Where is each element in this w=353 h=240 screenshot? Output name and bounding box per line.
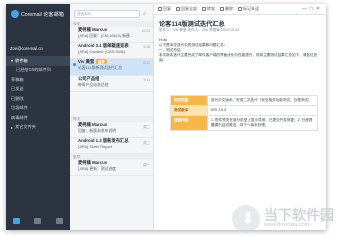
forward-button[interactable]: 转发 (202, 6, 215, 12)
mail-icon[interactable] (13, 218, 21, 224)
mail-subject: 论客114版新测试迭代汇总 (78, 66, 123, 70)
sidebar-item-inbox[interactable]: ▾ 收件箱 (6, 56, 70, 66)
sidebar-item-label: 病毒邮件 (11, 114, 28, 120)
important-tag: 重要 (96, 59, 107, 64)
mark-unread-button[interactable]: 标记未读 (238, 6, 259, 12)
reply-all-label: 回复全部 (181, 6, 197, 11)
table-value: IOS 2.0.5 (207, 105, 318, 116)
reading-pane: 回复 回复全部 转发 删除 标记未读 —□✕ 论客114版测试迭代汇总 发件人：… (154, 4, 326, 230)
mail-paragraph: 本次版本迭代主要完成了邮件客户端的界面优化与性能提升，现将主要测试结果汇总如下，… (159, 53, 318, 62)
reply-all-icon (176, 6, 180, 11)
sidebar-item-label: 已发送 (11, 86, 24, 92)
table-key: 遗留问题 (170, 115, 208, 131)
mark-unread-label: 标记未读 (243, 6, 259, 11)
app-window: Coremail 论客邮箱 Zoe@coremail.cn ▾ 收件箱 已经给Gh… (6, 4, 326, 230)
sidebar-item-label: 草稿箱 (11, 76, 24, 82)
mail-time: 周二 (143, 125, 150, 129)
table-row: 测试版本 IOS 2.0.5 (170, 105, 318, 116)
delete-label: 删除 (225, 6, 233, 11)
sidebar-item-label: 已删除 (11, 95, 24, 101)
mail-subject: [JIRA] 更新：测试进度 (78, 167, 116, 171)
reply-all-button[interactable]: 回复全部 (176, 6, 197, 12)
mail-subject: [JIRA] 回复：(CM-16613) 新建... (78, 34, 133, 38)
mail-subject: 每周产品动态总结 (78, 83, 109, 87)
mail-time: 周二 (143, 141, 150, 145)
table-row: 测试范围 迭代中文版本、完成二次迭代（安全相关功能测试、日程测试） (170, 95, 318, 106)
forward-icon (202, 6, 206, 11)
sidebar-item-sent[interactable]: 已发送 (6, 85, 70, 95)
mail-subject: [JIRA] Sheet Report (78, 145, 112, 149)
list-item[interactable]: 麦柯楠 Marcus [JIRA] 更新：测试进度 周一 (70, 160, 153, 176)
list-item[interactable]: Android 3.1 版邮箱速览表 [JIRA] Created: (CAS-… (70, 43, 153, 59)
mail-time: 10:23 (141, 29, 151, 33)
folder-nav: ▾ 收件箱 已经给Gh的邮件列 草稿箱 已发送 已删除 垃圾邮件 病毒邮件 ▸ 其它… (6, 56, 70, 132)
reply-label: 回复 (163, 6, 171, 11)
watermark-url: www.downxia.com (264, 222, 310, 228)
mail-time: 9:11 (143, 78, 150, 82)
table-value: 迭代中文版本、完成二次迭代（安全相关功能测试、日程测试） (207, 95, 318, 106)
download-arrow-icon: ⬇ (241, 209, 256, 228)
sidebar-item-label: 其它文件夹 (15, 124, 36, 130)
contacts-icon[interactable] (34, 218, 42, 224)
mail-sender: Android 1.3 版新发布汇总 (78, 138, 129, 143)
mail-sender-name: Viv 黄莹 (78, 59, 95, 64)
mail-body: Hi all 以下是本次迭代中的测试结果和问题汇总： 一、测试总结 本次版本迭代… (159, 38, 321, 63)
reply-button[interactable]: 回复 (158, 6, 171, 12)
mail-time: 9:32 (143, 61, 150, 65)
table-key: 测试范围 (170, 95, 208, 106)
search-input[interactable]: 搜索邮件 (74, 10, 140, 18)
unread-dot-icon (73, 63, 76, 66)
table-key: 测试版本 (170, 105, 208, 116)
sidebar: Coremail 论客邮箱 Zoe@coremail.cn ▾ 收件箱 已经给Gh… (6, 4, 70, 230)
forward-label: 转发 (207, 6, 215, 11)
trash-icon (220, 6, 224, 11)
sidebar-item-drafts[interactable]: 草稿箱 (6, 75, 70, 85)
chevron-down-icon: ▾ (11, 58, 14, 64)
reply-icon (158, 6, 162, 11)
table-row: 遗留问题 1. 附件预览在部分机型上显示异常，已提交开发修复；2. 日程提醒偶尔… (170, 115, 318, 131)
account-email[interactable]: Zoe@coremail.cn (10, 46, 43, 51)
list-item[interactable]: 麦柯楠 Marcus [JIRA] 回复：(CM-16613) 新建... 10… (70, 27, 153, 43)
mail-title: 论客114版测试迭代汇总 (159, 21, 225, 28)
sidebar-item-virus[interactable]: 病毒邮件 (6, 113, 70, 123)
search-icon[interactable]: ⌕ (143, 11, 146, 17)
mail-sender: 公司产品组 (78, 76, 100, 81)
sidebar-item-other-folders[interactable]: ▸ 其它文件夹 (6, 123, 70, 133)
sidebar-item-spam[interactable]: 垃圾邮件 (6, 104, 70, 114)
table-value: 1. 附件预览在部分机型上显示异常，已提交开发修复；2. 日程提醒偶尔延迟推送，… (207, 115, 318, 131)
mail-sender: 麦柯楠 Marcus (78, 122, 108, 127)
coremail-logo-icon (11, 10, 19, 18)
settings-icon[interactable] (55, 218, 63, 224)
list-item[interactable]: 麦柯楠 Marcus 回复：新版本发布说明 周二 (70, 122, 153, 138)
sidebar-item-deleted[interactable]: 已删除 (6, 94, 70, 104)
mail-sender: Viv 黄莹 重要 (78, 59, 153, 65)
mail-time: 周一 (143, 163, 150, 167)
summary-table: 测试范围 迭代中文版本、完成二次迭代（安全相关功能测试、日程测试） 测试版本 I… (170, 95, 318, 131)
mail-subject: 回复：新版本发布说明 (78, 129, 116, 133)
app-logo: Coremail 论客邮箱 (11, 9, 64, 19)
chevron-right-icon: ▸ (11, 124, 14, 130)
sidebar-footer (6, 212, 70, 230)
mail-time: 9:48 (143, 45, 150, 49)
mail-list: 搜索邮件 ⌕ 今天 麦柯楠 Marcus [JIRA] 回复：(CM-16613… (70, 4, 154, 230)
sidebar-item-subfolder[interactable]: 已经给Gh的邮件列 (6, 66, 70, 76)
reader-toolbar: 回复 回复全部 转发 删除 标记未读 —□✕ (154, 4, 326, 15)
mail-meta: 发件人：Viv 黄莹 收件人：Zoe 郑丽晖 2015-10-12 (159, 28, 240, 32)
window-controls[interactable]: —□✕ (302, 6, 323, 12)
watermark: ⬇ 当下软件园 www.downxia.com (232, 205, 350, 235)
mail-subject: [JIRA] Created: (CAS-3345) (78, 50, 126, 54)
sidebar-item-label: 垃圾邮件 (11, 105, 28, 111)
list-item-selected[interactable]: Viv 黄莹 重要 论客114版新测试迭代汇总 9:32 (70, 59, 153, 76)
app-name: Coremail 论客邮箱 (21, 11, 64, 18)
sidebar-item-label: 收件箱 (15, 57, 28, 63)
list-item[interactable]: Android 1.3 版新发布汇总 [JIRA] Sheet Report 周… (70, 138, 153, 154)
delete-button[interactable]: 删除 (220, 6, 233, 12)
flag-icon (238, 6, 242, 11)
mail-sender: 麦柯楠 Marcus (78, 160, 108, 165)
sidebar-item-label: 已经给Gh的邮件列 (16, 67, 51, 73)
list-item[interactable]: 公司产品组 每周产品动态总结 9:11 (70, 76, 153, 92)
mail-sender: Android 3.1 版邮箱速览表 (78, 43, 129, 48)
